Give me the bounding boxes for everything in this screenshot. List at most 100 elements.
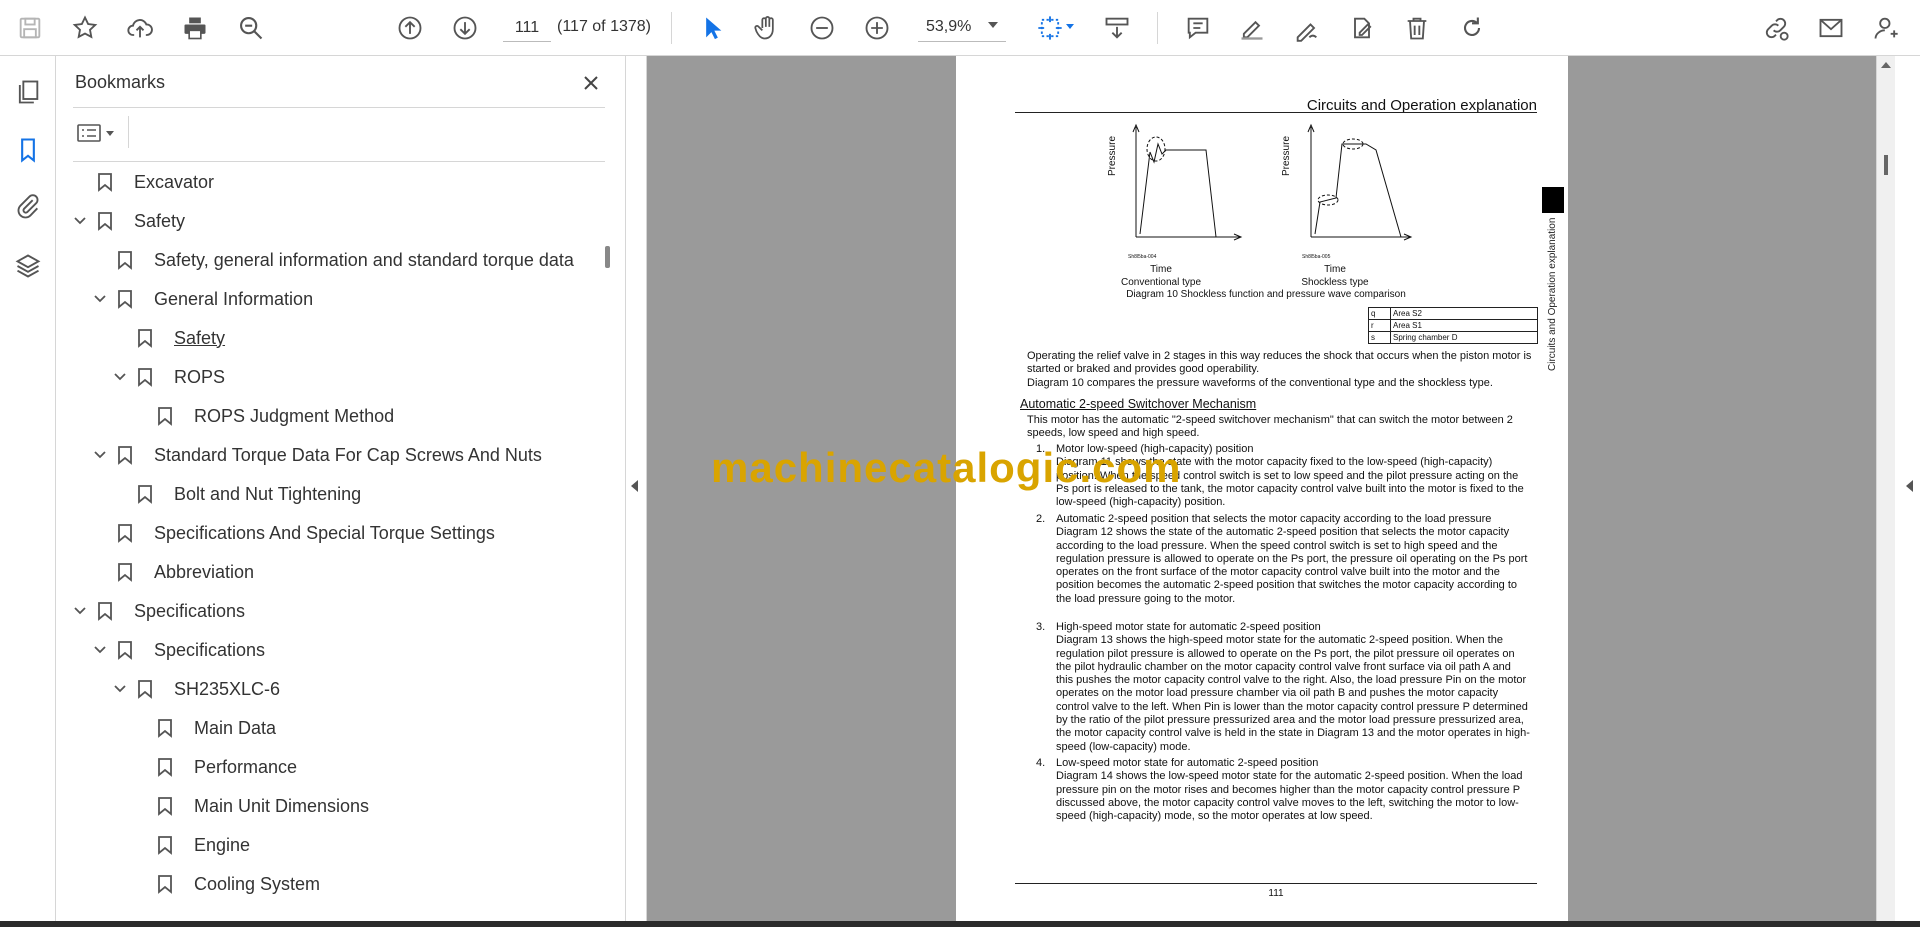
attachments-icon[interactable] bbox=[8, 186, 48, 226]
list-title: High-speed motor state for automatic 2-s… bbox=[1056, 621, 1321, 633]
bookmark-icon bbox=[136, 678, 154, 700]
chevron-down-icon[interactable] bbox=[1066, 24, 1074, 29]
left-figure-code: Sh8l5ba-004 bbox=[1128, 254, 1157, 260]
bookmark-item[interactable]: Excavator bbox=[70, 167, 214, 197]
scroll-up-icon[interactable] bbox=[1881, 62, 1891, 68]
bookmark-icon bbox=[156, 834, 174, 856]
chevron-down-icon[interactable] bbox=[90, 445, 110, 465]
hand-tool-icon[interactable] bbox=[747, 8, 787, 48]
bookmark-item[interactable]: ROPS Judgment Method bbox=[130, 401, 394, 431]
zoom-level-select[interactable]: 53,9% bbox=[918, 14, 1006, 42]
chevron-down-icon[interactable] bbox=[70, 211, 90, 231]
bookmark-label: ROPS bbox=[174, 366, 226, 387]
next-page-icon[interactable] bbox=[445, 8, 485, 48]
page-thumbnails-icon[interactable] bbox=[8, 72, 48, 112]
upload-cloud-icon[interactable] bbox=[120, 8, 160, 48]
bookmark-icon bbox=[96, 210, 114, 232]
bookmark-item[interactable]: Main Data bbox=[130, 713, 276, 743]
bookmark-item[interactable]: Performance bbox=[130, 752, 297, 782]
bookmark-item[interactable]: Standard Torque Data For Cap Screws And … bbox=[90, 440, 542, 470]
bookmark-label: Abbreviation bbox=[154, 561, 255, 582]
table-row: s Spring chamber D bbox=[1368, 331, 1538, 344]
list-options-icon bbox=[77, 124, 101, 142]
page-count: (117 of 1378) bbox=[557, 18, 651, 35]
bookmark-item[interactable]: Specifications bbox=[90, 635, 265, 665]
bookmark-item[interactable]: Cooling System bbox=[130, 869, 320, 899]
bookmark-icon bbox=[156, 873, 174, 895]
save-icon[interactable] bbox=[10, 8, 50, 48]
draw-sign-icon[interactable] bbox=[1287, 8, 1327, 48]
document-scrollbar[interactable] bbox=[1877, 56, 1895, 921]
bookmark-options-button[interactable] bbox=[76, 118, 120, 148]
select-cursor-icon[interactable] bbox=[692, 8, 732, 48]
section-subheading: Automatic 2-speed Switchover Mechanism bbox=[1020, 397, 1257, 411]
bookmark-label: Main Data bbox=[194, 717, 277, 738]
legend-table: q Area S2 r Area S1 s Spring chamber D bbox=[1368, 307, 1538, 344]
bookmark-item[interactable]: Abbreviation bbox=[90, 557, 254, 587]
comment-icon[interactable] bbox=[1178, 8, 1218, 48]
list-body: Diagram 14 shows the low-speed motor sta… bbox=[1056, 770, 1523, 823]
bookmark-icon bbox=[136, 483, 154, 505]
bookmark-icon bbox=[136, 366, 154, 388]
zoom-in-icon[interactable] bbox=[857, 8, 897, 48]
bookmark-item[interactable]: General Information bbox=[90, 284, 313, 314]
bookmark-icon bbox=[116, 288, 134, 310]
expand-right-arrow-icon[interactable] bbox=[1906, 480, 1913, 492]
list-item: 3. High-speed motor state for automatic … bbox=[1030, 621, 1530, 754]
bookmark-icon bbox=[116, 444, 134, 466]
zoom-search-icon[interactable] bbox=[231, 8, 271, 48]
list-number: 3. bbox=[1036, 621, 1046, 633]
bookmark-item[interactable]: Specifications bbox=[70, 596, 245, 626]
bookmark-label: Bolt and Nut Tightening bbox=[174, 483, 362, 504]
scroll-mode-icon[interactable] bbox=[1097, 8, 1137, 48]
bookmark-item[interactable]: Main Unit Dimensions bbox=[130, 791, 369, 821]
bookmark-item[interactable]: Engine bbox=[130, 830, 250, 860]
bookmarks-icon[interactable] bbox=[8, 130, 48, 170]
bookmark-icon bbox=[156, 756, 174, 778]
chevron-down-icon[interactable] bbox=[110, 679, 130, 699]
chevron-down-icon[interactable] bbox=[90, 289, 110, 309]
chevron-down-icon[interactable] bbox=[90, 640, 110, 660]
zoom-out-icon[interactable] bbox=[802, 8, 842, 48]
layers-icon[interactable] bbox=[8, 246, 48, 286]
bookmark-item[interactable]: SH235XLC-6 bbox=[110, 674, 280, 704]
taskbar-edge bbox=[0, 921, 1920, 927]
previous-page-icon[interactable] bbox=[390, 8, 430, 48]
email-icon[interactable] bbox=[1811, 8, 1851, 48]
table-cell: r bbox=[1368, 319, 1391, 332]
bookmark-item[interactable]: Specifications And Special Torque Settin… bbox=[90, 518, 495, 548]
share-link-icon[interactable] bbox=[1756, 8, 1796, 48]
page-number: 111 bbox=[1268, 888, 1284, 899]
print-icon[interactable] bbox=[175, 8, 215, 48]
page-number-input[interactable] bbox=[503, 14, 551, 42]
bookmark-icon bbox=[156, 717, 174, 739]
right-figure-code: Sh8l5ba-005 bbox=[1302, 254, 1331, 260]
delete-icon[interactable] bbox=[1397, 8, 1437, 48]
left-tool-rail bbox=[0, 56, 56, 921]
bookmark-item[interactable]: Safety, general information and standard… bbox=[90, 245, 574, 275]
bookmark-label: Safety bbox=[174, 327, 226, 348]
chevron-down-icon[interactable] bbox=[988, 22, 998, 28]
table-row: r Area S1 bbox=[1368, 319, 1538, 332]
fit-page-icon[interactable] bbox=[1030, 8, 1070, 48]
bookmark-item[interactable]: ROPS bbox=[110, 362, 225, 392]
document-scroll-thumb[interactable] bbox=[1884, 155, 1888, 175]
bookmark-label: General Information bbox=[154, 288, 314, 309]
collapse-left-arrow-icon[interactable] bbox=[631, 480, 638, 492]
bookmark-item[interactable]: Safety bbox=[70, 206, 185, 236]
close-icon[interactable] bbox=[576, 68, 606, 98]
bookmark-icon bbox=[96, 171, 114, 193]
highlight-pen-icon[interactable] bbox=[1232, 8, 1272, 48]
edit-pdf-icon[interactable] bbox=[1342, 8, 1382, 48]
star-icon[interactable] bbox=[65, 8, 105, 48]
add-user-icon[interactable] bbox=[1866, 8, 1906, 48]
list-number: 2. bbox=[1036, 513, 1046, 525]
bookmark-item[interactable]: Bolt and Nut Tightening bbox=[110, 479, 361, 509]
bookmark-label: Main Unit Dimensions bbox=[194, 795, 370, 816]
redo-icon[interactable] bbox=[1452, 8, 1492, 48]
panel-scrollbar[interactable] bbox=[605, 246, 610, 268]
chevron-down-icon[interactable] bbox=[110, 367, 130, 387]
chevron-down-icon[interactable] bbox=[70, 601, 90, 621]
bookmark-item[interactable]: Safety bbox=[110, 323, 225, 353]
list-number: 4. bbox=[1036, 757, 1046, 769]
